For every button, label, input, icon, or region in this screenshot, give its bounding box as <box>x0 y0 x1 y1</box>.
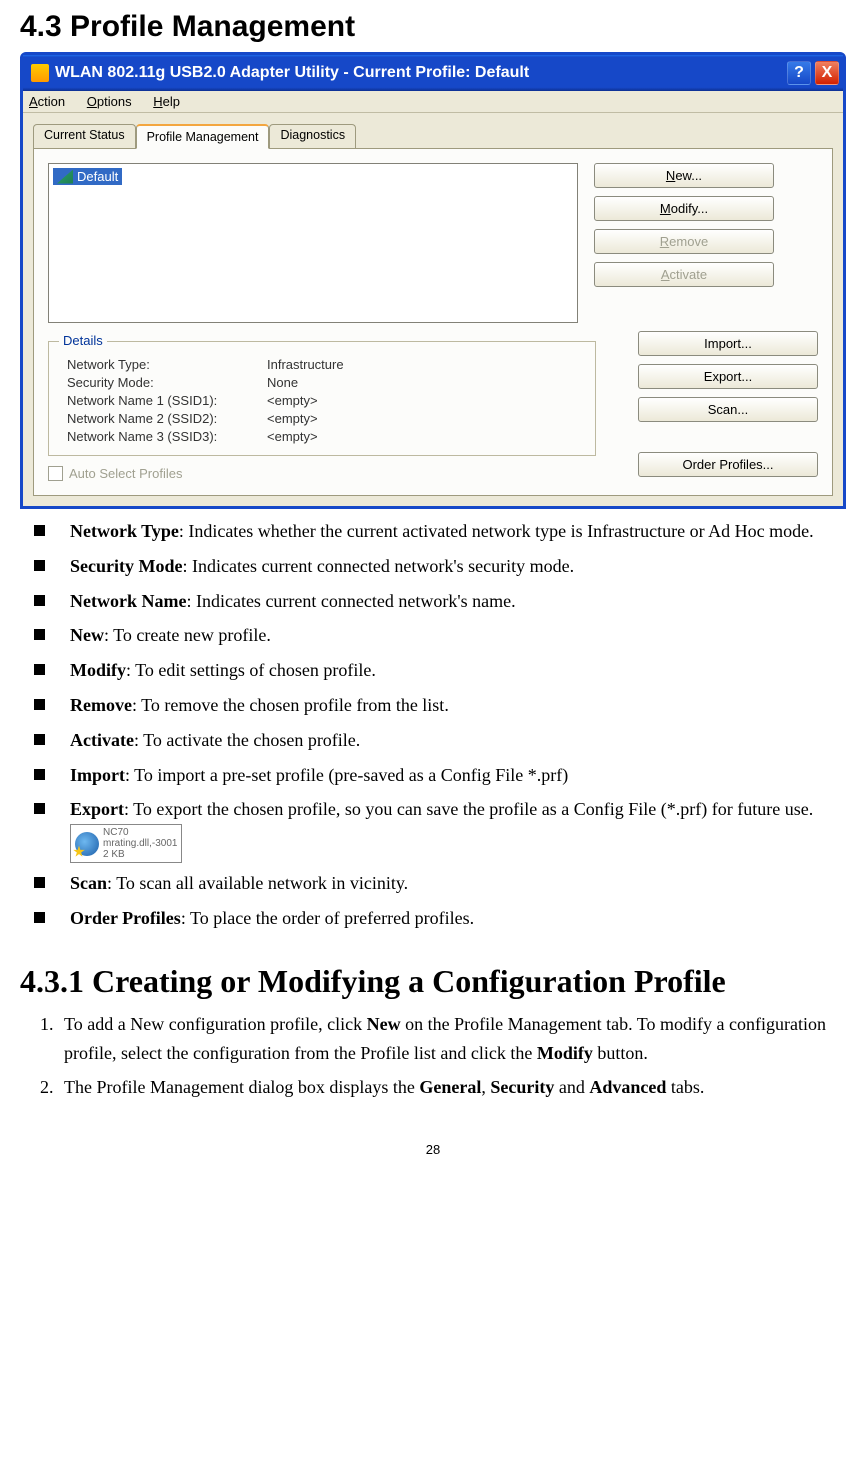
detail-value: <empty> <box>267 411 318 426</box>
step-item: The Profile Management dialog box displa… <box>58 1073 846 1102</box>
detail-value: <empty> <box>267 393 318 408</box>
menu-options[interactable]: Options <box>87 94 132 109</box>
profile-item-default[interactable]: Default <box>53 168 122 185</box>
menu-help[interactable]: Help <box>153 94 180 109</box>
steps-list: To add a New configuration profile, clic… <box>20 1010 846 1102</box>
window-title: WLAN 802.11g USB2.0 Adapter Utility - Cu… <box>55 64 529 82</box>
import-button[interactable]: Import... <box>638 331 818 356</box>
list-item: Security Mode: Indicates current connect… <box>70 552 846 581</box>
export-button[interactable]: Export... <box>638 364 818 389</box>
close-button[interactable]: X <box>815 61 839 85</box>
tab-panel: Default New... Modify... Remove Activate… <box>33 148 833 496</box>
detail-value: Infrastructure <box>267 357 344 372</box>
details-group: Details Network Type:Infrastructure Secu… <box>48 341 596 456</box>
details-title: Details <box>59 333 107 348</box>
new-button[interactable]: New... <box>594 163 774 188</box>
feature-list: Network Type: Indicates whether the curr… <box>20 517 846 933</box>
tab-current-status[interactable]: Current Status <box>33 124 136 149</box>
file-size: 2 KB <box>103 849 177 860</box>
list-item: Activate: To activate the chosen profile… <box>70 726 846 755</box>
list-item: Network Name: Indicates current connecte… <box>70 587 846 616</box>
detail-label: Security Mode: <box>67 375 267 390</box>
order-profiles-button[interactable]: Order Profiles... <box>638 452 818 477</box>
detail-label: Network Type: <box>67 357 267 372</box>
list-item: Scan: To scan all available network in v… <box>70 869 846 898</box>
auto-select-label: Auto Select Profiles <box>69 466 182 481</box>
detail-label: Network Name 3 (SSID3): <box>67 429 267 444</box>
menubar: AActionction Options Help <box>23 91 843 113</box>
profile-item-label: Default <box>77 169 118 184</box>
star-icon <box>73 846 85 858</box>
detail-label: Network Name 1 (SSID1): <box>67 393 267 408</box>
tab-diagnostics[interactable]: Diagnostics <box>269 124 356 149</box>
step-item: To add a New configuration profile, clic… <box>58 1010 846 1068</box>
list-item: Modify: To edit settings of chosen profi… <box>70 656 846 685</box>
globe-icon <box>75 832 99 856</box>
list-item: Order Profiles: To place the order of pr… <box>70 904 846 933</box>
list-item: Network Type: Indicates whether the curr… <box>70 517 846 546</box>
list-item: Remove: To remove the chosen profile fro… <box>70 691 846 720</box>
file-detail: mrating.dll,-3001 <box>103 838 177 849</box>
detail-label: Network Name 2 (SSID2): <box>67 411 267 426</box>
subsection-heading: 4.3.1 Creating or Modifying a Configurat… <box>20 963 846 1000</box>
section-heading: 4.3 Profile Management <box>20 10 846 44</box>
tab-profile-management[interactable]: Profile Management <box>136 124 270 149</box>
activate-button[interactable]: Activate <box>594 262 774 287</box>
file-preview: NC70 mrating.dll,-3001 2 KB <box>70 824 182 863</box>
list-item: Import: To import a pre-set profile (pre… <box>70 761 846 790</box>
help-button[interactable]: ? <box>787 61 811 85</box>
file-name: NC70 <box>103 827 177 838</box>
page-number: 28 <box>20 1142 846 1157</box>
detail-value: <empty> <box>267 429 318 444</box>
profile-list[interactable]: Default <box>48 163 578 323</box>
menu-action[interactable]: AActionction <box>29 94 65 109</box>
app-icon <box>31 64 49 82</box>
list-item: Export: To export the chosen profile, so… <box>70 795 846 863</box>
app-window: WLAN 802.11g USB2.0 Adapter Utility - Cu… <box>20 52 846 509</box>
tab-strip: Current Status Profile Management Diagno… <box>23 113 843 148</box>
list-item: New: To create new profile. <box>70 621 846 650</box>
auto-select-checkbox <box>48 466 63 481</box>
titlebar: WLAN 802.11g USB2.0 Adapter Utility - Cu… <box>23 55 843 91</box>
scan-button[interactable]: Scan... <box>638 397 818 422</box>
remove-button[interactable]: Remove <box>594 229 774 254</box>
signal-icon <box>57 170 73 184</box>
detail-value: None <box>267 375 298 390</box>
modify-button[interactable]: Modify... <box>594 196 774 221</box>
